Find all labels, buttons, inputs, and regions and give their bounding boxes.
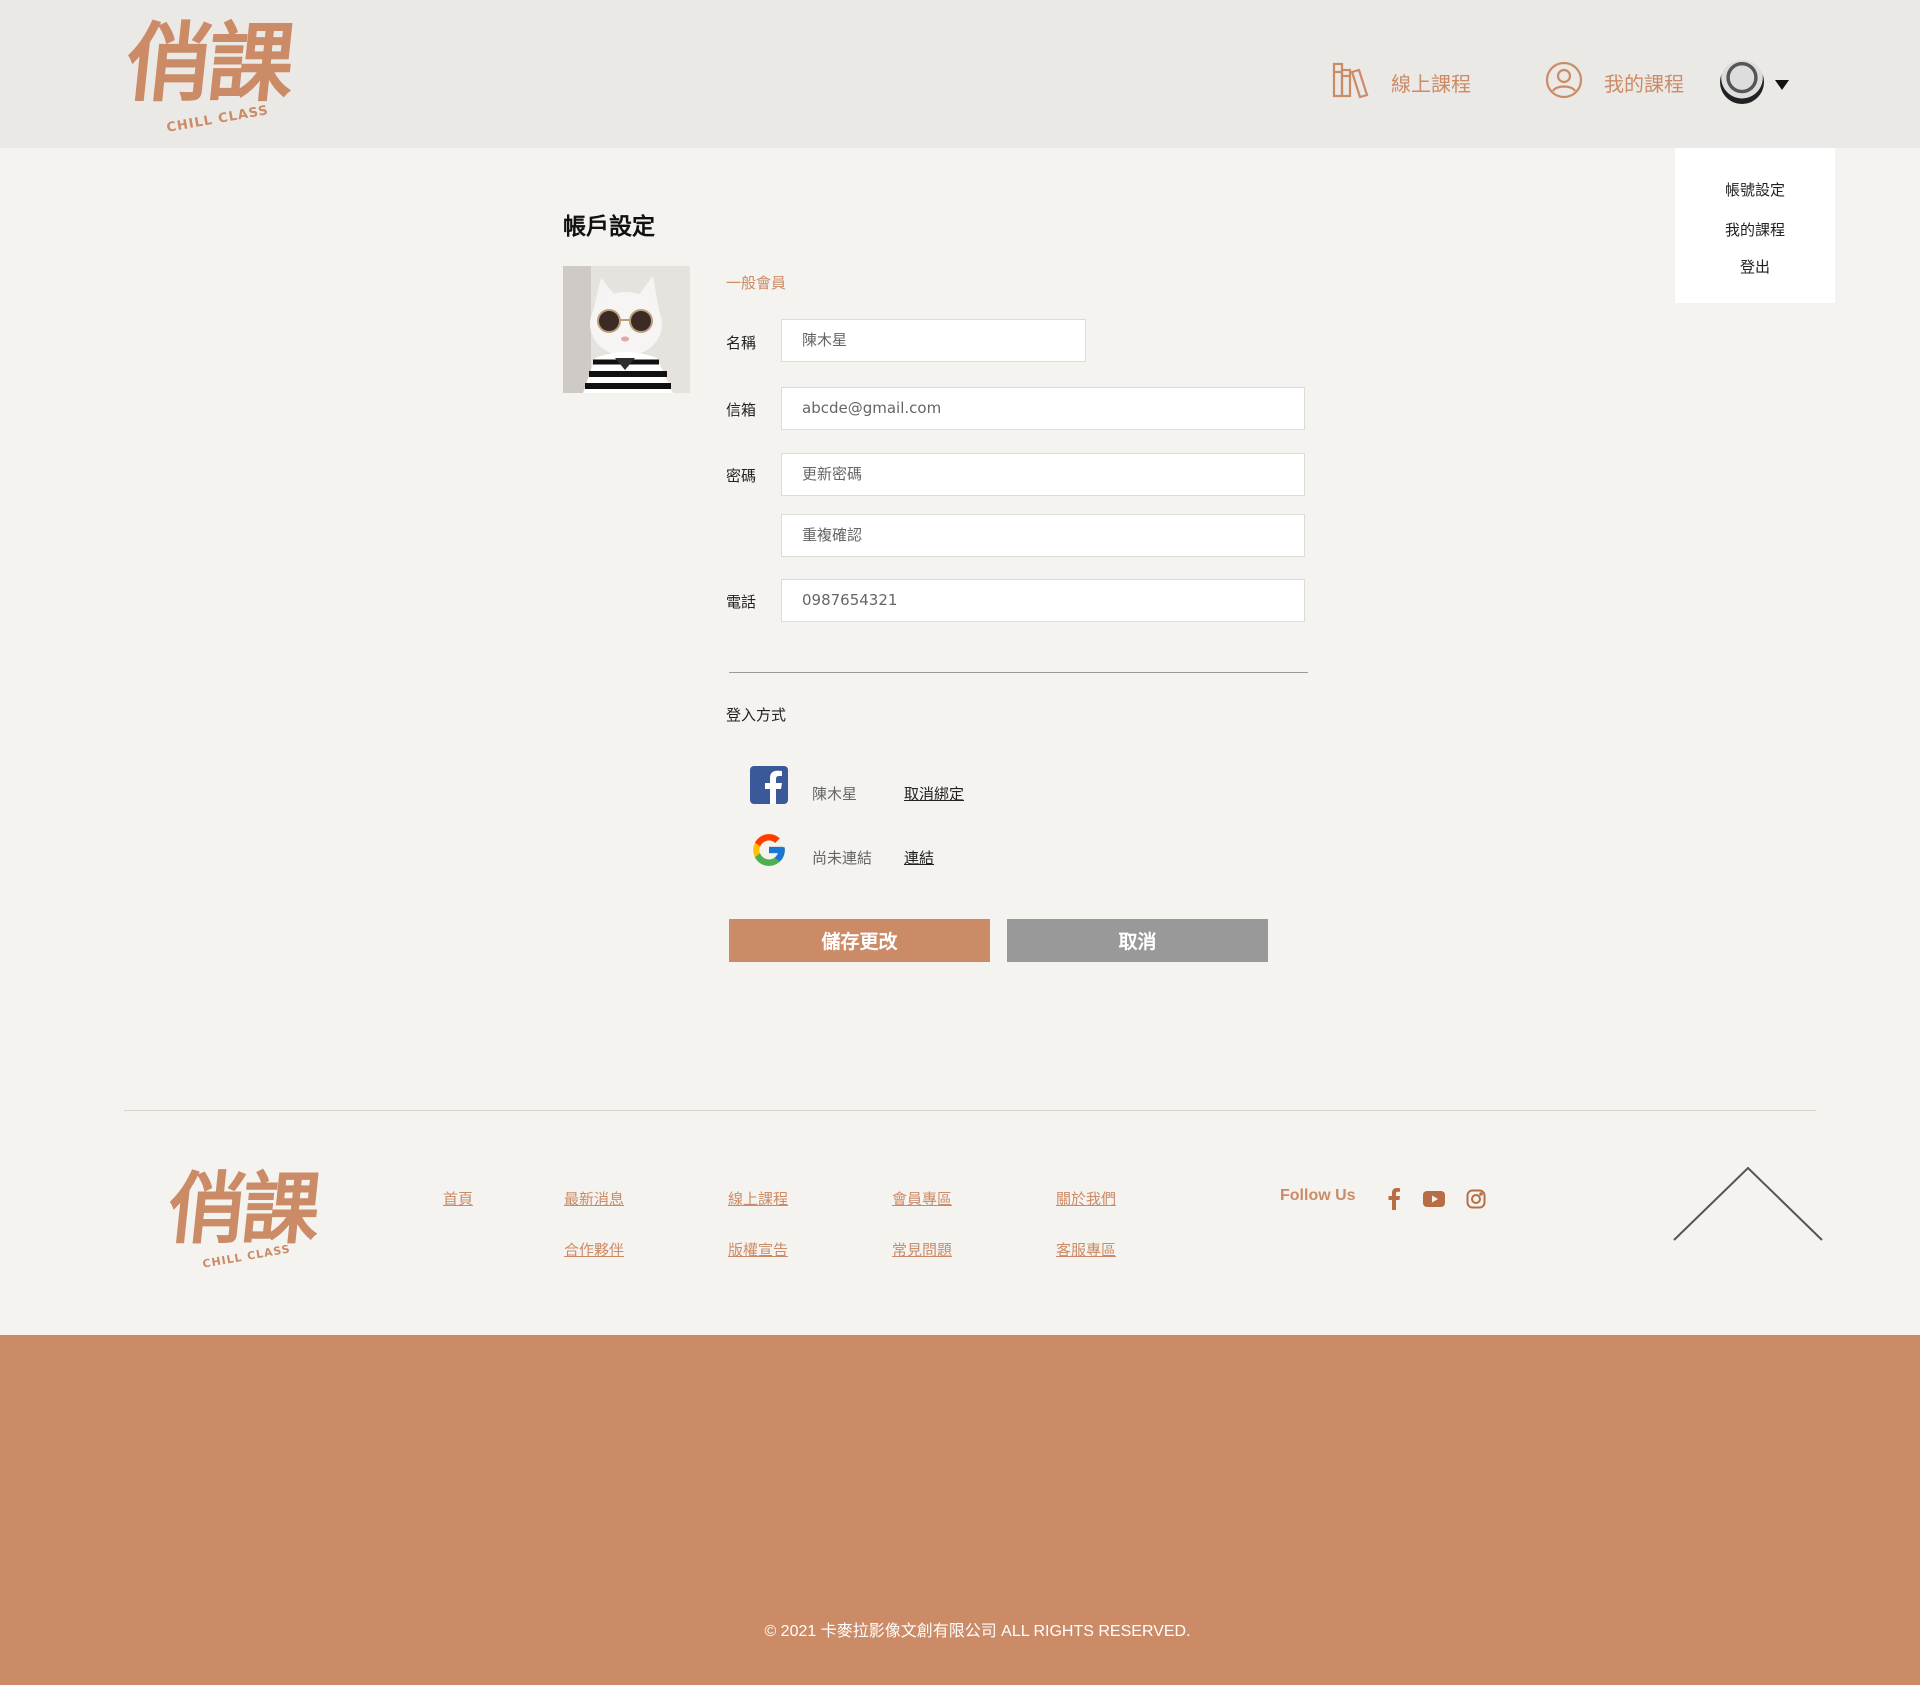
confirm-password-field[interactable]: 重複確認	[781, 514, 1305, 557]
nav-my-courses-label: 我的課程	[1604, 72, 1684, 96]
cancel-button[interactable]: 取消	[1007, 919, 1268, 962]
phone-field[interactable]: 0987654321	[781, 579, 1305, 622]
account-dropdown-menu: 帳號設定 我的課程 登出	[1675, 148, 1835, 303]
footer-link-about[interactable]: 關於我們	[1056, 1188, 1116, 1209]
dropdown-item-my-courses[interactable]: 我的課程	[1675, 219, 1835, 240]
new-password-field[interactable]: 更新密碼	[781, 453, 1305, 496]
footer-link-support[interactable]: 客服專區	[1056, 1239, 1116, 1260]
profile-photo[interactable]	[563, 266, 690, 393]
books-icon	[1331, 60, 1391, 105]
nav-my-courses[interactable]: 我的課程	[1544, 60, 1684, 105]
facebook-account-name: 陳木星	[812, 785, 858, 803]
dropdown-item-account-settings[interactable]: 帳號設定	[1675, 179, 1835, 200]
name-field[interactable]: 陳木星	[781, 319, 1086, 362]
google-login-row	[750, 831, 788, 873]
facebook-login-row	[750, 766, 788, 808]
footer-link-home[interactable]: 首頁	[443, 1188, 473, 1209]
footer-link-member-area[interactable]: 會員專區	[892, 1188, 952, 1209]
copyright-text: © 2021 卡麥拉影像文創有限公司 ALL RIGHTS RESERVED.	[764, 1623, 1191, 1640]
footer-link-online-courses[interactable]: 線上課程	[728, 1188, 788, 1209]
footer-divider	[124, 1110, 1816, 1111]
footer-logo[interactable]: 俏課 CHILL CLASS	[163, 1164, 321, 1278]
logo-text: 俏課	[120, 13, 296, 114]
section-divider	[729, 672, 1308, 673]
email-label: 信箱	[726, 401, 757, 419]
site-header: 俏課 CHILL CLASS 線上課程 我的課程	[0, 0, 1920, 148]
nav-online-courses-label: 線上課程	[1391, 72, 1471, 96]
user-circle-icon	[1544, 60, 1604, 105]
nav-online-courses[interactable]: 線上課程	[1331, 60, 1471, 105]
password-label: 密碼	[726, 467, 757, 485]
page-title: 帳戶設定	[563, 214, 655, 240]
cat-avatar-icon[interactable]	[1720, 60, 1764, 104]
google-connect-link[interactable]: 連結	[904, 847, 934, 868]
dropdown-item-logout[interactable]: 登出	[1675, 256, 1835, 277]
caret-down-icon[interactable]	[1775, 80, 1789, 90]
login-methods-label: 登入方式	[726, 706, 787, 724]
google-account-status: 尚未連結	[812, 849, 873, 867]
member-type-label: 一般會員	[726, 274, 787, 292]
footer-link-news[interactable]: 最新消息	[564, 1188, 624, 1209]
site-logo[interactable]: 俏課 CHILL CLASS	[121, 13, 296, 136]
google-icon	[750, 831, 788, 873]
instagram-icon[interactable]	[1465, 1188, 1487, 1210]
facebook-icon	[750, 766, 788, 808]
footer-logo-text: 俏課	[163, 1164, 321, 1255]
chevron-up-icon[interactable]	[1673, 1166, 1823, 1242]
footer-link-faq[interactable]: 常見問題	[892, 1239, 952, 1260]
email-field[interactable]: abcde@gmail.com	[781, 387, 1305, 430]
youtube-icon[interactable]	[1423, 1188, 1445, 1210]
name-label: 名稱	[726, 334, 757, 352]
facebook-unlink-link[interactable]: 取消綁定	[904, 783, 964, 804]
save-button[interactable]: 儲存更改	[729, 919, 990, 962]
follow-us-label: Follow Us	[1280, 1187, 1356, 1204]
footer-link-partners[interactable]: 合作夥伴	[564, 1239, 624, 1260]
footer-link-copyright[interactable]: 版權宣告	[728, 1239, 788, 1260]
phone-label: 電話	[726, 593, 757, 611]
facebook-icon[interactable]	[1383, 1188, 1405, 1210]
